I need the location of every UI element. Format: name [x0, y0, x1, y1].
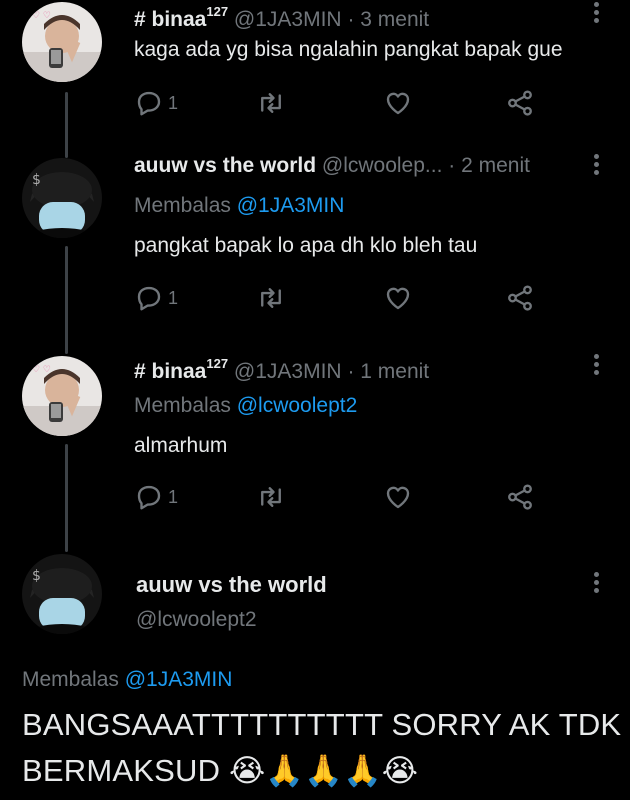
author-name[interactable]: auuw vs the world [134, 154, 316, 177]
tweet[interactable]: auuw vs the world @lcwoolep... · 2 menit… [0, 152, 630, 332]
more-icon[interactable] [592, 572, 600, 596]
reply-icon [134, 283, 164, 313]
retweet-button[interactable] [256, 283, 286, 313]
author-handle[interactable]: @lcwoolept2 [136, 608, 257, 632]
retweet-button[interactable] [256, 482, 286, 512]
avatar[interactable] [22, 554, 102, 634]
author-name[interactable]: # binaa127 [134, 4, 228, 31]
share-icon [505, 283, 535, 313]
reply-context: Membalas @1JA3MIN [22, 668, 233, 691]
like-icon [383, 283, 413, 313]
more-icon[interactable] [592, 154, 600, 178]
tweet[interactable]: # binaa127 @1JA3MIN · 3 menit kaga ada y… [0, 0, 630, 130]
reply-to-link[interactable]: @lcwoolept2 [237, 394, 358, 417]
reply-count: 1 [168, 486, 179, 507]
tweet-text: pangkat bapak lo apa dh klo bleh tau [134, 234, 478, 257]
avatar[interactable] [22, 158, 102, 238]
reply-button[interactable]: 1 [134, 88, 178, 118]
like-button[interactable] [383, 88, 413, 118]
share-button[interactable] [505, 482, 535, 512]
action-bar: 1 [134, 88, 554, 118]
tweet-text: kaga ada yg bisa ngalahin pangkat bapak … [134, 38, 563, 61]
reply-context: Membalas @lcwoolept2 [134, 394, 358, 417]
author-name[interactable]: # binaa127 [134, 356, 228, 383]
reply-button[interactable]: 1 [134, 482, 178, 512]
tweet-text: almarhum [134, 434, 228, 457]
avatar[interactable] [22, 356, 102, 436]
author-handle[interactable]: @1JA3MIN [234, 8, 342, 31]
retweet-icon [256, 482, 286, 512]
timestamp[interactable]: · 1 menit [347, 360, 429, 383]
author-handle[interactable]: @lcwoolep... [322, 154, 443, 177]
main-tweet-text: BANGSAAATTTTTTTTTT SORRY AK TDK BERMAKSU… [22, 707, 622, 788]
reply-count: 1 [168, 287, 179, 308]
avatar[interactable] [22, 2, 102, 82]
timestamp[interactable]: · 3 menit [347, 8, 429, 31]
reply-to-link[interactable]: @1JA3MIN [125, 668, 233, 691]
tweet[interactable]: # binaa127 @1JA3MIN · 1 menit Membalas @… [0, 352, 630, 532]
action-bar: 1 [134, 283, 554, 313]
share-button[interactable] [505, 283, 535, 313]
more-icon[interactable] [592, 2, 600, 26]
retweet-button[interactable] [256, 88, 286, 118]
like-button[interactable] [383, 283, 413, 313]
share-icon [505, 482, 535, 512]
author-name[interactable]: auuw vs the world [136, 572, 327, 598]
author-handle[interactable]: @1JA3MIN [234, 360, 342, 383]
action-bar: 1 [134, 482, 554, 512]
share-icon [505, 88, 535, 118]
tweet-header: auuw vs the world @lcwoolep... · 2 menit [134, 152, 590, 180]
retweet-icon [256, 283, 286, 313]
timestamp[interactable]: · 2 menit [448, 154, 530, 177]
reply-to-link[interactable]: @1JA3MIN [237, 194, 345, 217]
reply-icon [134, 482, 164, 512]
like-button[interactable] [383, 482, 413, 512]
reply-context: Membalas @1JA3MIN [134, 194, 345, 217]
like-icon [383, 482, 413, 512]
share-button[interactable] [505, 88, 535, 118]
reply-icon [134, 88, 164, 118]
retweet-icon [256, 88, 286, 118]
reply-button[interactable]: 1 [134, 283, 178, 313]
more-icon[interactable] [592, 354, 600, 378]
tweet-header: # binaa127 @1JA3MIN · 3 menit [134, 0, 590, 34]
reply-count: 1 [168, 92, 179, 113]
tweet-header: # binaa127 @1JA3MIN · 1 menit [134, 352, 590, 386]
like-icon [383, 88, 413, 118]
